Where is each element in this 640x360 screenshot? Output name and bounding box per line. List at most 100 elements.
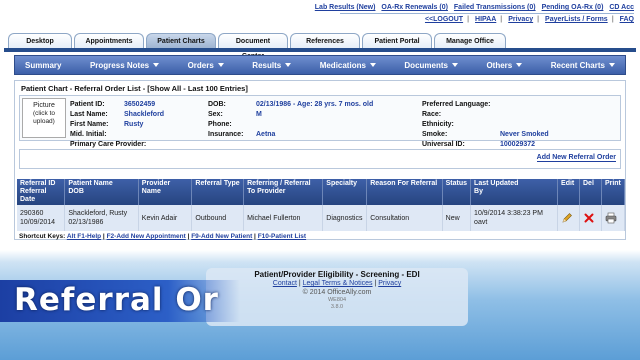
field-label: Mid. Initial: (70, 131, 107, 138)
tab-patient-charts[interactable]: Patient Charts (146, 33, 216, 48)
delete-x-icon (584, 213, 594, 223)
payer-lists-link[interactable]: PayerLists / Forms (545, 16, 608, 23)
smoke-value: Never Smoked (500, 131, 549, 138)
footer-title: Patient/Provider Eligibility - Screening… (254, 270, 420, 279)
delete-button[interactable] (579, 205, 602, 231)
pending-oa-rx-link[interactable]: Pending OA-Rx (0) (542, 4, 604, 11)
cd-access-link[interactable]: CD Acc (609, 4, 634, 11)
field-label: Race: (422, 111, 442, 118)
shortcut-add-patient[interactable]: F9-Add New Patient (191, 233, 252, 240)
tab-patient-portal[interactable]: Patient Portal (362, 33, 432, 48)
sub-navigation: Summary Progress Notes Orders Results Me… (14, 55, 626, 75)
footer-contact-link[interactable]: Contact (273, 280, 297, 287)
faq-link[interactable]: FAQ (620, 16, 634, 23)
footer-copyright: © 2014 OfficeAlly.com (302, 289, 372, 296)
field-label: First Name: (70, 121, 109, 128)
subnav-others[interactable]: Others (486, 61, 523, 70)
subnav-recent-charts[interactable]: Recent Charts (551, 61, 615, 70)
col-del: Del (579, 179, 602, 205)
chevron-down-icon (451, 63, 458, 67)
privacy-link[interactable]: Privacy (508, 16, 533, 23)
patient-info-col1: Patient ID: 36502459 Last Name: Shacklefor… (70, 100, 164, 150)
patient-info-col2: DOB: 02/13/1986 - Age: 28 yrs. 7 mos. old… (208, 100, 373, 140)
col-print: Print (601, 179, 626, 205)
tabbar-line (4, 48, 636, 52)
patient-picture-upload[interactable]: Picture (click to upload) (22, 98, 66, 138)
patient-id-value: 36502459 (124, 101, 156, 108)
footer-links: Contact | Legal Terms & Notices | Privac… (272, 280, 402, 287)
main-tabs: Desktop Appointments Patient Charts Docu… (8, 33, 506, 60)
referral-panel: Patient Chart - Referral Order List - [S… (14, 80, 626, 240)
chevron-down-icon (516, 63, 523, 67)
cell-referral-id: 290360 10/09/2014 (17, 205, 66, 231)
chevron-down-icon (369, 63, 376, 67)
shortcut-keys: Shortcut Keys: Alt F1-Help | F2-Add New … (19, 233, 307, 240)
cell-patient-name: Shackleford, Rusty 02/13/1986 (64, 205, 139, 231)
table-row[interactable]: 290360 10/09/2014 Shackleford, Rusty 02/13… (17, 205, 626, 231)
footer-legal-link[interactable]: Legal Terms & Notices (303, 280, 373, 287)
footer-code: WE804 (327, 297, 347, 303)
printer-icon (605, 212, 617, 224)
print-button[interactable] (601, 205, 626, 231)
chevron-down-icon (285, 63, 292, 67)
col-referral-id[interactable]: Referral ID Referral Date (17, 179, 66, 205)
logout-link[interactable]: <<LOGOUT (425, 16, 463, 23)
shortcut-help[interactable]: Alt F1-Help (67, 233, 101, 240)
subnav-summary[interactable]: Summary (25, 61, 61, 70)
last-name-value: Shackleford (124, 111, 165, 118)
col-specialty[interactable]: Specialty (322, 179, 368, 205)
tab-references[interactable]: References (290, 33, 360, 48)
subnav-medications[interactable]: Medications (320, 61, 376, 70)
shortcut-patient-list[interactable]: F10-Patient List (258, 233, 306, 240)
top-divider (340, 13, 634, 14)
col-patient-name[interactable]: Patient Name DOB (64, 179, 139, 205)
field-label: DOB: (208, 101, 226, 108)
subnav-results[interactable]: Results (252, 61, 292, 70)
overlay-title-text: Referral Or (14, 282, 219, 318)
edit-button[interactable] (557, 205, 580, 231)
chevron-down-icon (153, 63, 160, 67)
tab-appointments[interactable]: Appointments (74, 33, 144, 48)
subnav-documents[interactable]: Documents (404, 61, 458, 70)
field-label: Smoke: (422, 131, 448, 138)
col-last-updated[interactable]: Last Updated By (470, 179, 559, 205)
failed-transmissions-link[interactable]: Failed Transmissions (0) (454, 4, 536, 11)
top-links: Lab Results (New) OA-Rx Renewals (0) Fai… (314, 4, 634, 23)
footer-version: 3.8.0 (330, 304, 344, 310)
hipaa-link[interactable]: HIPAA (475, 16, 496, 23)
col-reason[interactable]: Reason For Referral (366, 179, 443, 205)
subnav-orders[interactable]: Orders (188, 61, 224, 70)
subnav-progress-notes[interactable]: Progress Notes (90, 61, 160, 70)
cell-reason: Consultation (366, 205, 443, 231)
cell-status: New (442, 205, 472, 231)
chevron-down-icon (608, 63, 615, 67)
sex-value: M (256, 111, 262, 118)
field-label: Sex: (208, 111, 223, 118)
pencil-icon (562, 213, 572, 223)
tab-manage-office[interactable]: Manage Office (434, 33, 506, 48)
col-referral-type[interactable]: Referral Type (191, 179, 245, 205)
cell-specialty: Diagnostics (322, 205, 368, 231)
insurance-value: Aetna (256, 131, 276, 138)
col-referring-to[interactable]: Referring / Referral To Provider (243, 179, 324, 205)
referral-table: Referral ID Referral Date Patient Name DOB… (17, 179, 626, 231)
tab-document-center[interactable]: Document Center (218, 33, 288, 60)
patient-info-box: Picture (click to upload) Patient ID: 365… (19, 95, 621, 148)
oa-rx-renewals-link[interactable]: OA-Rx Renewals (0) (381, 4, 448, 11)
footer-privacy-link[interactable]: Privacy (378, 280, 401, 287)
picture-title: Picture (33, 102, 55, 109)
tab-desktop[interactable]: Desktop (8, 33, 72, 48)
field-label: Last Name: (70, 111, 108, 118)
picture-hint: (click to upload) (32, 110, 56, 125)
col-provider-name[interactable]: Provider Name (138, 179, 193, 205)
lab-results-link[interactable]: Lab Results (New) (315, 4, 376, 11)
cell-referral-type: Outbound (191, 205, 245, 231)
cell-last-updated: 10/9/2014 3:38:23 PM oavt (470, 205, 559, 231)
dob-value: 02/13/1986 - Age: 28 yrs. 7 mos. old (256, 101, 374, 108)
patient-info-col3: Preferred Language: Race: Ethnicity: Smo… (422, 100, 549, 150)
footer: Patient/Provider Eligibility - Screening… (206, 268, 468, 326)
col-status[interactable]: Status (442, 179, 472, 205)
col-edit: Edit (557, 179, 580, 205)
add-referral-order-link[interactable]: Add New Referral Order (536, 154, 616, 162)
shortcut-add-appointment[interactable]: F2-Add New Appointment (107, 233, 186, 240)
